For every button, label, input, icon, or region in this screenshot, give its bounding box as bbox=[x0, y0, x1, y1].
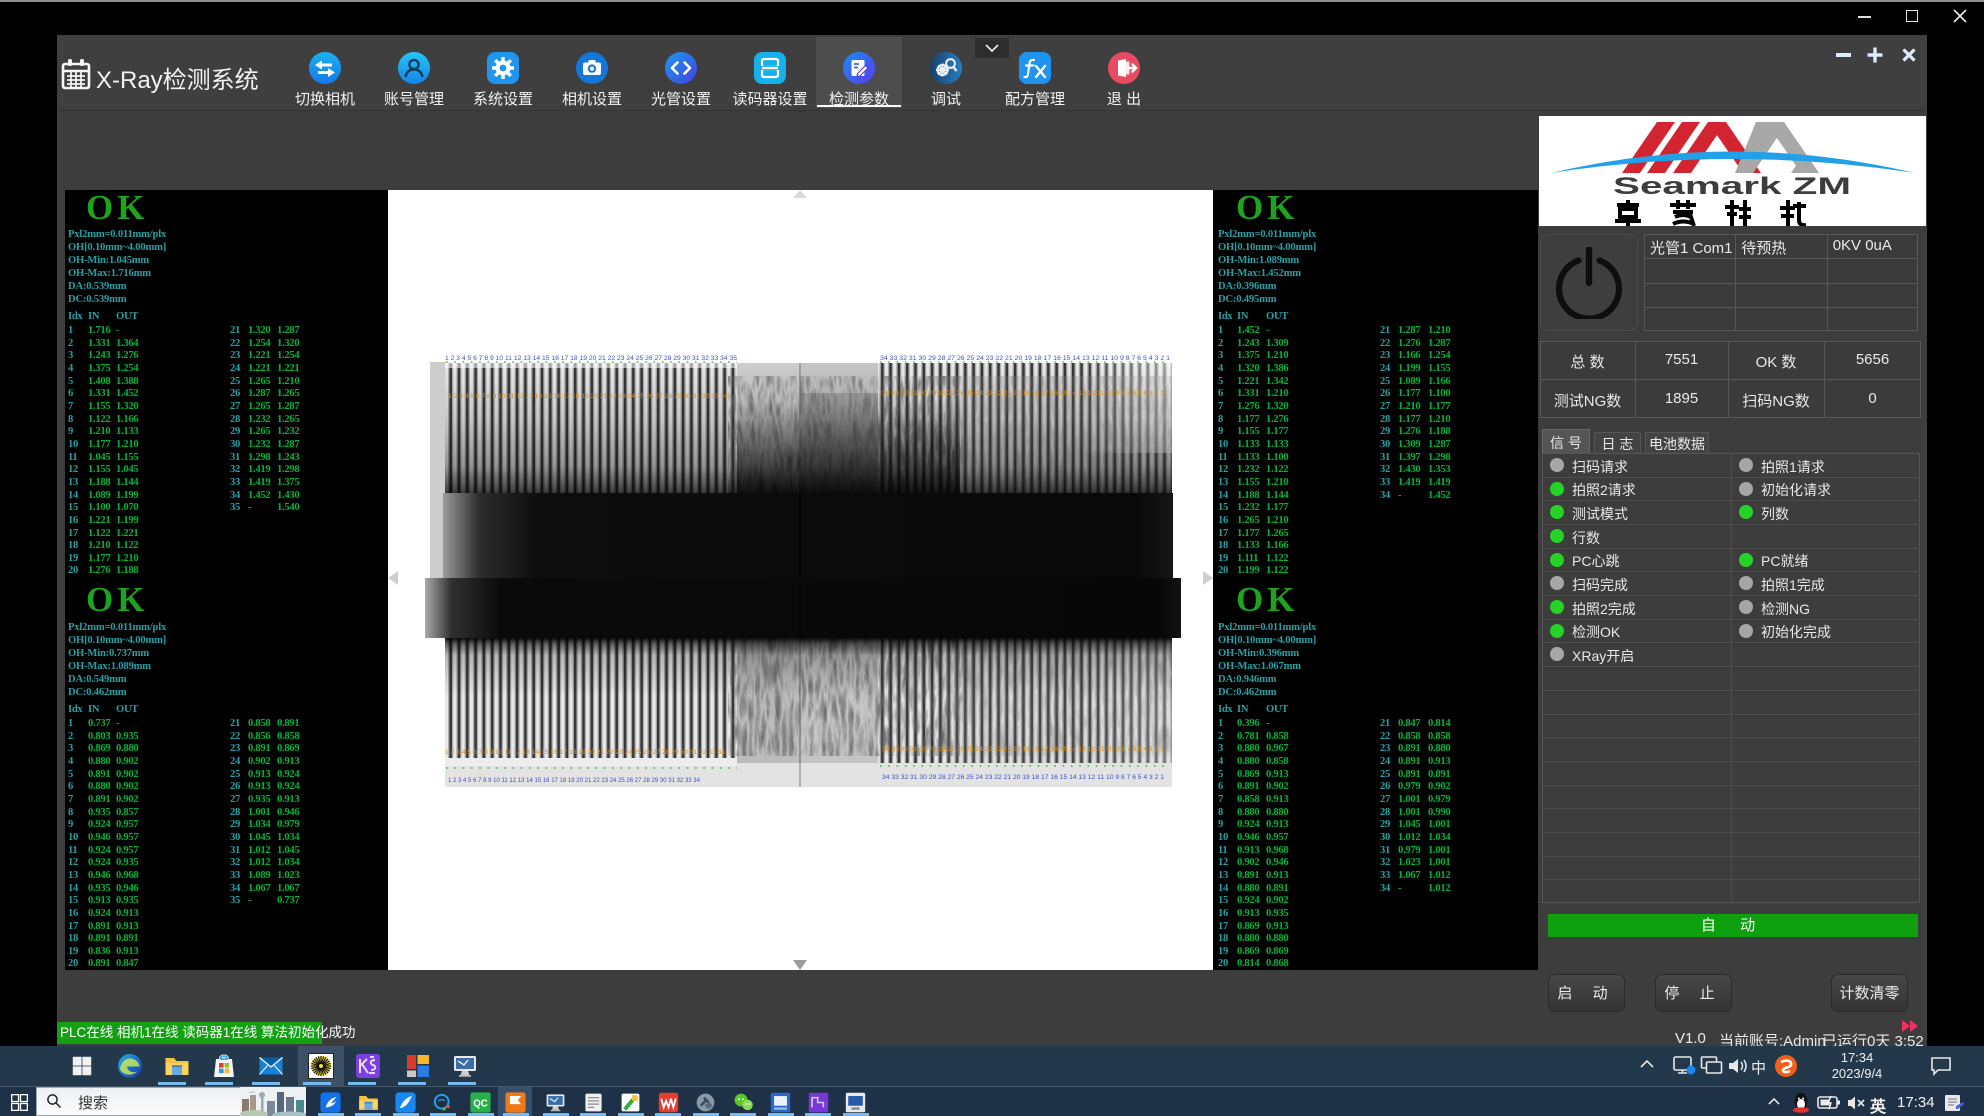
svg-text:34 33 32 31 30 29 28 27 26 25: 34 33 32 31 30 29 28 27 26 25 24 23 22 2… bbox=[882, 775, 1165, 781]
svg-text:34 33 32 31 30 29 28 27 26 25: 34 33 32 31 30 29 28 27 26 25 24 23 22 2… bbox=[880, 356, 1171, 362]
svg-text:Seamark ZM: Seamark ZM bbox=[1613, 173, 1851, 200]
svg-text:34 33 32 31 30 29 28 27 26 25: 34 33 32 31 30 29 28 27 26 25 24 23 22 2… bbox=[882, 391, 1165, 397]
svg-text:1 2 3 4 5 6 7 8 9 10 11 12 13: 1 2 3 4 5 6 7 8 9 10 11 12 13 14 15 16 1… bbox=[448, 778, 701, 784]
svg-text:1 2 3 4 5 6 7 8 9 10 11 12 13: 1 2 3 4 5 6 7 8 9 10 11 12 13 14 15 16 1… bbox=[445, 750, 726, 756]
svg-text:1 2 3 4 5 6 7 8 9 10 11 12 13: 1 2 3 4 5 6 7 8 9 10 11 12 13 14 15 16 1… bbox=[445, 356, 738, 362]
svg-text:34 33 32 31 30 29 28 27 26 25: 34 33 32 31 30 29 28 27 26 25 24 23 22 2… bbox=[882, 747, 1165, 753]
svg-text:1 2 3 4 5 6 7 8 9 10 11 12 13: 1 2 3 4 5 6 7 8 9 10 11 12 13 14 15 16 1… bbox=[448, 394, 729, 400]
svg-text:QC: QC bbox=[473, 1099, 488, 1110]
